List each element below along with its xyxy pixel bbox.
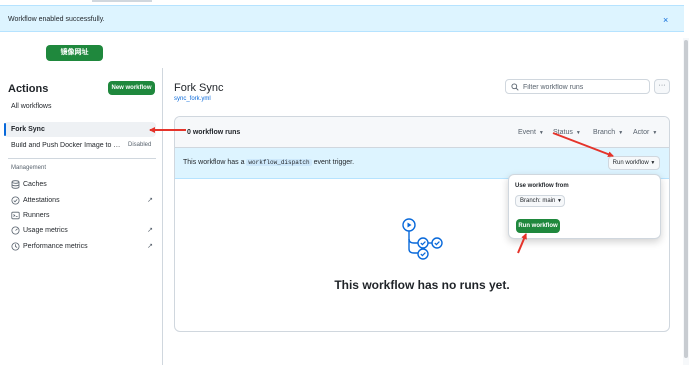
branch-select[interactable]: Branch: main ▼ xyxy=(515,195,565,207)
chevron-down-icon: ▼ xyxy=(575,130,581,136)
sidebar-item-label: Runners xyxy=(23,212,50,219)
runs-count: 0 workflow runs xyxy=(187,129,241,136)
close-icon[interactable]: × xyxy=(663,15,668,25)
actions-heading: Actions xyxy=(8,83,49,95)
sidebar-item-runners[interactable]: Runners xyxy=(11,211,157,221)
use-workflow-from-label: Use workflow from xyxy=(515,183,569,189)
usage-metrics-icon xyxy=(11,226,20,235)
sidebar-item-build-push-docker[interactable]: Build and Push Docker Image to Do... xyxy=(11,142,123,149)
dispatch-code: workflow_dispatch xyxy=(246,159,312,166)
filter-label: Branch xyxy=(593,129,616,136)
runs-header: 0 workflow runs Event ▼ Status ▼ Branch ▼ A… xyxy=(175,117,669,148)
run-workflow-label: Run workflow xyxy=(612,160,649,166)
workflow-illustration-icon xyxy=(402,218,443,260)
filter-label: Status xyxy=(553,129,573,136)
sidebar-item-caches[interactable]: Caches xyxy=(11,180,157,190)
sidebar-item-all-workflows[interactable]: All workflows xyxy=(11,103,51,110)
chevron-down-icon: ▼ xyxy=(538,130,544,136)
sidebar-separator xyxy=(8,158,156,159)
attestations-icon xyxy=(11,196,20,205)
selected-indicator xyxy=(4,123,6,136)
chevron-down-icon: ▼ xyxy=(557,198,562,204)
dispatch-prefix: This workflow has a xyxy=(183,159,245,166)
sidebar-item-label: Usage metrics xyxy=(23,227,68,234)
page-scrollbar-thumb[interactable] xyxy=(684,40,688,358)
filter-runs-input[interactable] xyxy=(523,82,645,92)
flash-message: Workflow enabled successfully. xyxy=(8,16,105,23)
mirror-url-button[interactable]: 镜像网址 xyxy=(46,45,103,61)
branch-select-label: Branch: main xyxy=(520,198,556,204)
external-link-icon: ↗ xyxy=(147,243,153,250)
success-flash-banner: Workflow enabled successfully. × xyxy=(0,5,684,32)
top-border-fragment xyxy=(92,0,152,2)
sidebar-item-usage-metrics[interactable]: Usage metrics ↗ xyxy=(11,226,157,236)
more-options-button[interactable]: ··· xyxy=(654,79,670,94)
performance-metrics-icon xyxy=(11,242,20,251)
external-link-icon: ↗ xyxy=(147,227,153,234)
sidebar-item-label[interactable]: Fork Sync xyxy=(11,126,45,133)
filter-label: Actor xyxy=(633,129,650,136)
event-filter-dropdown[interactable]: Event ▼ xyxy=(518,129,544,136)
sidebar-item-label: Attestations xyxy=(23,197,60,204)
filter-label: Event xyxy=(518,129,536,136)
empty-state-title: This workflow has no runs yet. xyxy=(334,278,510,292)
caches-icon xyxy=(11,180,20,189)
run-workflow-submit-button[interactable]: Run workflow xyxy=(516,219,560,233)
run-workflow-dropdown-button[interactable]: Run workflow ▼ xyxy=(608,156,660,170)
chevron-down-icon: ▼ xyxy=(650,160,656,166)
management-heading: Management xyxy=(11,165,47,171)
status-filter-dropdown[interactable]: Status ▼ xyxy=(553,129,581,136)
sidebar-item-label: Caches xyxy=(23,181,47,188)
branch-filter-dropdown[interactable]: Branch ▼ xyxy=(593,129,623,136)
chevron-down-icon: ▼ xyxy=(652,130,658,136)
filter-runs-field[interactable] xyxy=(505,79,650,94)
sidebar-item-performance-metrics[interactable]: Performance metrics ↗ xyxy=(11,242,157,252)
new-workflow-button[interactable]: New workflow xyxy=(108,81,155,95)
external-link-icon: ↗ xyxy=(147,197,153,204)
sidebar-item-attestations[interactable]: Attestations ↗ xyxy=(11,196,157,206)
sidebar-item-label: Performance metrics xyxy=(23,243,88,250)
run-workflow-popover: Use workflow from Branch: main ▼ Run wor… xyxy=(508,174,661,239)
actor-filter-dropdown[interactable]: Actor ▼ xyxy=(633,129,657,136)
page-title: Fork Sync xyxy=(174,82,224,94)
workflow-file-link[interactable]: sync_fork.yml xyxy=(174,96,211,102)
search-icon xyxy=(511,83,519,91)
chevron-down-icon: ▼ xyxy=(618,130,624,136)
runners-icon xyxy=(11,211,20,220)
dispatch-suffix: event trigger. xyxy=(313,159,355,166)
sidebar-divider xyxy=(162,68,163,365)
disabled-badge: Disabled xyxy=(128,142,152,148)
dispatch-message: This workflow has a workflow_dispatch ev… xyxy=(183,159,354,166)
